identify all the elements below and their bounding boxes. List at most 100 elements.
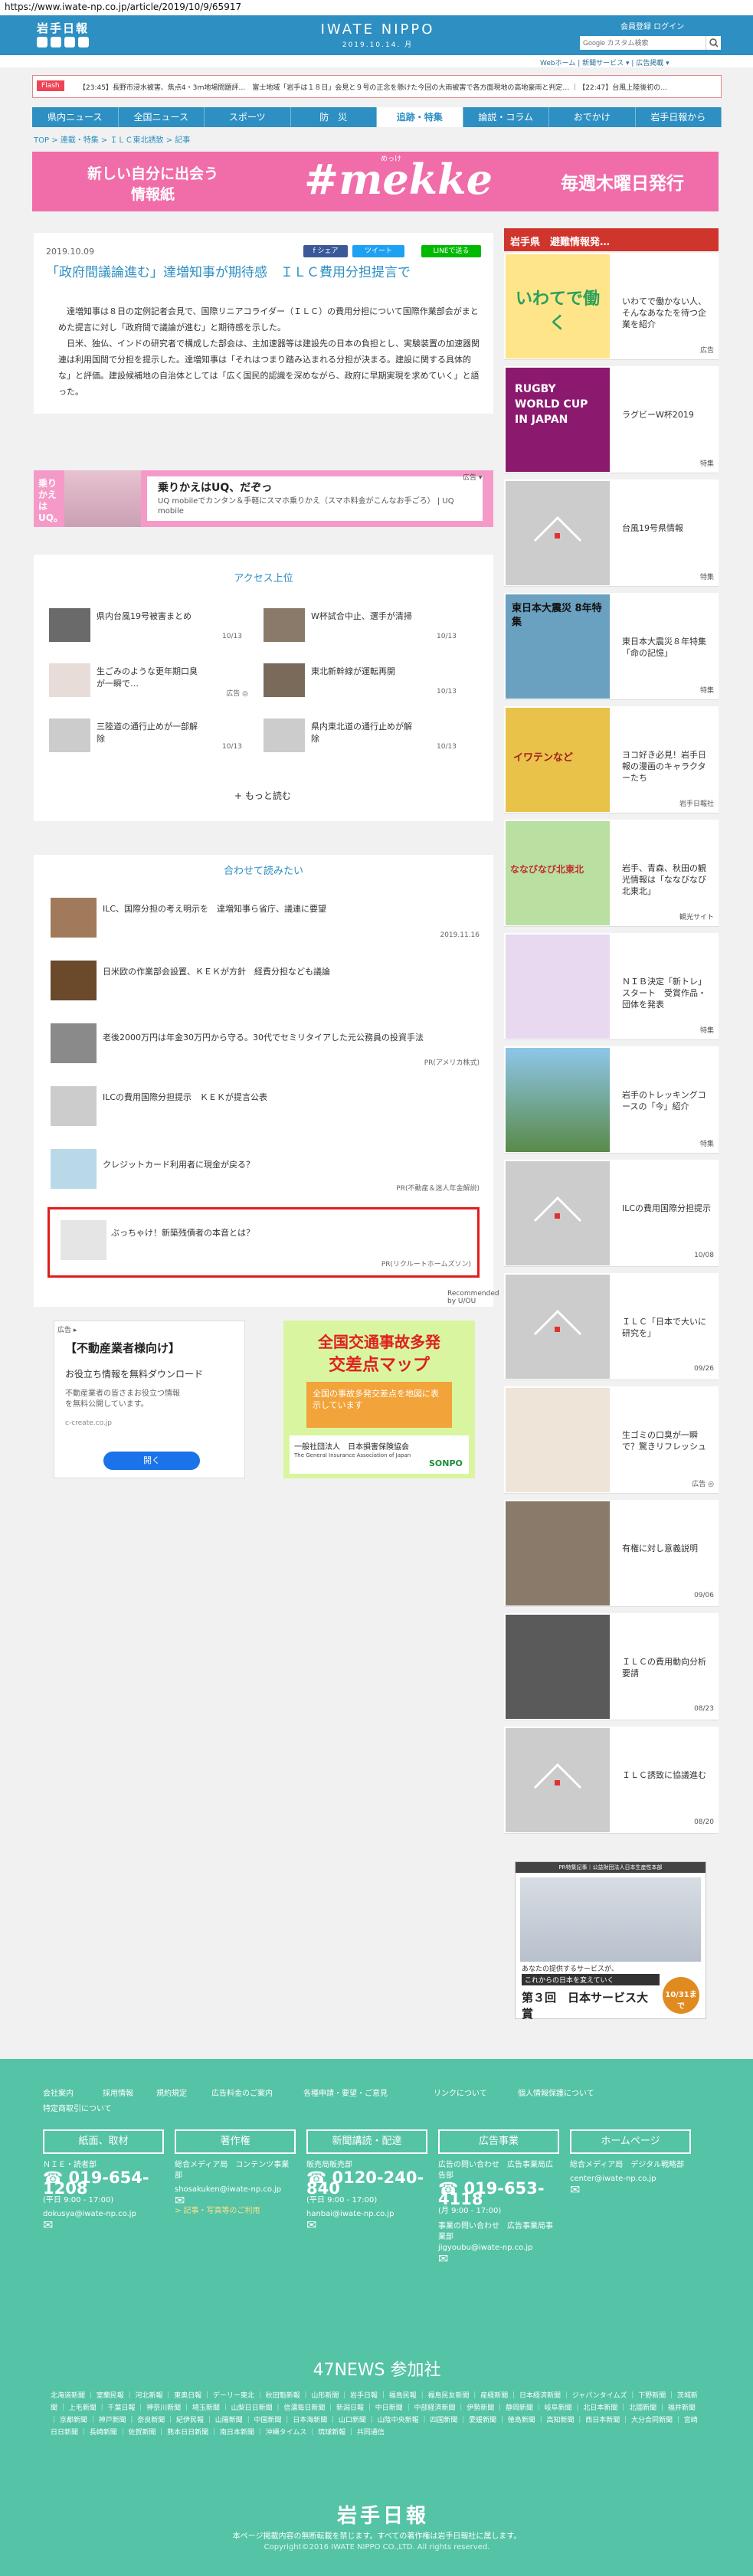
footer-mail[interactable]: center@iwate-np.co.jp <box>570 2174 691 2185</box>
mekke-banner[interactable]: 新しい自分に出会う 情報紙 めっけ #mekke 毎週木曜日発行 <box>32 152 719 211</box>
line-share-button[interactable]: LINEで送る <box>421 245 481 257</box>
sidebar-item[interactable]: 生ゴミの口臭が一瞬で？驚きリフレッシュ 広告 ◎ <box>504 1386 719 1494</box>
ranking-item[interactable]: 東北新幹線が運転再開 10/13 <box>264 663 457 697</box>
mail-icon[interactable]: ✉ <box>438 2253 559 2265</box>
uq-ad[interactable]: 乗りかえは UQ。 乗りかえはUQ、だぞっ UQ mobileでカンタン＆手軽に… <box>34 470 493 527</box>
sidebar-item[interactable]: 有権に対し意義説明 09/06 <box>504 1500 719 1607</box>
service-award-ad[interactable]: PR特集記事｜公益財団法人日本生産性本部 あなたの提供するサービスが、 これから… <box>515 1861 706 2021</box>
breadcrumb[interactable]: TOP > 連載・特集 > ＩＬＣ東北誘致 > 記事 <box>34 133 190 145</box>
sidebar-item[interactable]: ＩＬＣ誘致に協議進む 08/20 <box>504 1727 719 1834</box>
sidebar-item-meta: 08/23 <box>694 1705 714 1713</box>
sidebar-item-title: 岩手のトレッキングコースの「今」紹介 <box>622 1090 706 1111</box>
footer-mail[interactable]: hanbai@iwate-np.co.jp <box>306 2209 427 2220</box>
sidebar-item[interactable]: 台風19号県情報 特集 <box>504 480 719 587</box>
subnav-links[interactable]: Webホーム | 新聞サービス ▾ | 広告掲載 ▾ <box>540 57 670 67</box>
ad2-sub: お役立ち情報を無料ダウンロード <box>65 1369 204 1380</box>
brand-title: IWATE NIPPO 2019.10.14. 月 <box>301 21 454 49</box>
mail-icon[interactable]: ✉ <box>175 2195 296 2207</box>
nav-prefecture[interactable]: 県内ニュース <box>32 107 119 127</box>
footer-link[interactable]: 広告料金のご案内 <box>211 2087 273 2098</box>
facebook-share-button[interactable]: f シェア <box>303 245 348 257</box>
login-links[interactable]: 会員登録 ログイン <box>620 20 684 31</box>
footer-link[interactable]: 会社案内 <box>43 2087 74 2098</box>
nav-editorial[interactable]: 論説・コラム <box>463 107 549 127</box>
ranking-item-title: 県内台風19号被害まとめ <box>97 611 192 621</box>
recommended-by[interactable]: Recommended by U/OU <box>447 1290 499 1305</box>
sidebar-item-title: 生ゴミの口臭が一瞬で？驚きリフレッシュ <box>622 1430 706 1452</box>
twitter-icon[interactable] <box>37 37 47 47</box>
footer-link[interactable]: 特定商取引について <box>43 2102 112 2113</box>
footer-link[interactable]: 各種申請・要望・ご意見 <box>303 2087 388 2098</box>
nav-outing[interactable]: おでかけ <box>549 107 636 127</box>
sidebar-item-meta: 広告 ◎ <box>692 1481 714 1488</box>
flash-news[interactable]: Flash 【23:45】長野市浸水被害、焦点4・3ｍ地場問題評… 富士地域「岩… <box>32 75 722 98</box>
mail-icon[interactable]: ✉ <box>306 2219 427 2231</box>
sidebar-item[interactable]: ななびなび北東北 岩手、青森、秋田の観光情報は「ななびなび北東北」 観光サイト <box>504 820 719 927</box>
sidebar-item[interactable]: ILCの費用国際分担提示 10/08 <box>504 1160 719 1267</box>
footer-col: 販売局販売部 ☎ 0120-240-840 (平日 9:00 - 17:00) … <box>306 2160 427 2231</box>
site-logo[interactable]: 岩手日報 <box>37 20 89 36</box>
ranking-item[interactable]: 生ごみのような更年期口臭が一瞬で… 広告 ◎ <box>49 663 248 698</box>
tweet-button[interactable]: ツイート <box>352 245 404 257</box>
ad-tag[interactable]: 広告 ▾ <box>463 472 482 482</box>
open-button[interactable]: 開く <box>103 1452 200 1470</box>
sidebar-item[interactable]: ＮＩＢ決定「新トレ」スタート 受賞作品・団体を発表 特集 <box>504 933 719 1040</box>
realestate-ad[interactable]: 広告 ▸ 【不動産業者様向け】 お役立ち情報を無料ダウンロード 不動産業者の皆さ… <box>54 1321 245 1478</box>
ranking-item[interactable]: 三陸道の通行止めが一部解除 10/13 <box>49 718 242 752</box>
ranking-item[interactable]: 県内台風19号被害まとめ 10/13 <box>49 608 242 642</box>
sidebar-item[interactable]: ＩＬＣの費用動向分析要請 08/23 <box>504 1613 719 1720</box>
facebook-icon[interactable] <box>51 37 61 47</box>
mail-icon[interactable]: ✉ <box>570 2184 691 2196</box>
ad3-note: 全国の事故多発交差点を地図に表示しています <box>306 1382 452 1428</box>
footer-extra-link[interactable]: > 記事・写真等のご利用 <box>175 2206 296 2217</box>
ranking-item[interactable]: 県内東北道の通行止めが解除 10/13 <box>264 718 457 752</box>
related-item[interactable]: クレジットカード利用者に現金が戻る？ PR(不動産＆迷人年金解説) <box>51 1149 480 1193</box>
award-ad-date: 10/31まで <box>663 1977 699 2014</box>
phone-number[interactable]: ☎ 019-653-4118 <box>438 2181 559 2208</box>
nav-sports[interactable]: スポーツ <box>205 107 291 127</box>
sidebar-item[interactable]: 岩手のトレッキングコースの「今」紹介 特集 <box>504 1046 719 1154</box>
sidebar-item-meta: 09/06 <box>694 1592 714 1599</box>
footer-hours: (月 9:00 - 17:00) <box>438 2207 502 2215</box>
footer-link[interactable]: 個人情報保護について <box>518 2087 594 2098</box>
footer-link[interactable]: 採用情報 <box>103 2087 133 2098</box>
phone-number[interactable]: ☎ 0120-240-840 <box>306 2170 427 2197</box>
nav-national[interactable]: 全国ニュース <box>119 107 205 127</box>
search-icon[interactable] <box>706 36 721 50</box>
sidebar-item-image: 東日本大震災 8年特集 <box>506 594 610 699</box>
related-item[interactable]: 日米欧の作業部会設置、ＫＥＫが方針 経費分担なども議論 <box>51 961 330 1000</box>
sidebar-item[interactable]: イワテンなど ヨコ好き必見！岩手日報の漫画のキャラクターたち 岩手日報社 <box>504 706 719 813</box>
flash-text[interactable]: 【23:45】長野市浸水被害、焦点4・3ｍ地場問題評… 富士地域「岩手は１８日」… <box>79 82 715 92</box>
footer-notice: 本ページ掲載内容の無断転載を禁じます。すべての著作権は岩手日報社に属します。 <box>232 2532 522 2541</box>
related-item[interactable]: ILCの費用国際分担提示 ＫＥＫが提言公表 <box>51 1086 267 1126</box>
news47-title: 47NEWS 参加社 <box>313 2361 441 2380</box>
related-item[interactable]: ILC、国際分担の考え明示を 達増知事ら省庁、議連に要望 2019.11.16 <box>51 898 480 939</box>
ranking-item[interactable]: W杯試合中止、選手が清掃 10/13 <box>264 608 457 642</box>
sidebar-item-meta: 観光サイト <box>679 914 714 921</box>
sidebar-item[interactable]: ＩＬＣ「日本で大いに研究を」 09/26 <box>504 1273 719 1380</box>
sidebar-header[interactable]: 岩手県 避難情報発… <box>504 228 719 251</box>
footer-mail[interactable]: jigyoubu@iwate-np.co.jp <box>438 2243 559 2254</box>
access-ranking: アクセス上位 県内台風19号被害まとめ 10/13 W杯試合中止、選手が清掃 1… <box>34 555 493 821</box>
nav-disaster[interactable]: 防 災 <box>291 107 377 127</box>
footer-link[interactable]: 規約規定 <box>156 2087 187 2098</box>
nav-from-nippo[interactable]: 岩手日報から <box>636 107 722 127</box>
highlighted-related-item[interactable]: ぶっちゃけ！新築残債者の本音とは？ PR(リクルートホームズソン) <box>47 1207 480 1278</box>
sidebar-item-title: ラグビーW杯2019 <box>622 410 694 420</box>
mail-icon[interactable]: ✉ <box>43 2219 164 2231</box>
more-button[interactable]: + もっと読む <box>234 789 291 802</box>
search-input[interactable] <box>580 36 706 50</box>
sidebar-item[interactable]: RUGBY WORLD CUP IN JAPAN ラグビーW杯2019 特集 <box>504 366 719 473</box>
related-item[interactable]: 老後2000万円は年金30万円から守る。30代でセミリタイアした元公務員の投資手… <box>51 1023 480 1067</box>
traffic-map-ad[interactable]: 全国交通事故多発 交差点マップ 全国の事故多発交差点を地図に表示しています 一般… <box>283 1321 475 1478</box>
phone-number[interactable]: ☎ 019-654-1208 <box>43 2170 164 2197</box>
sidebar-item[interactable]: 東日本大震災 8年特集 東日本大震災８年特集「命の記憶」 特集 <box>504 593 719 700</box>
footer-link[interactable]: リンクについて <box>434 2087 487 2098</box>
footer-mail[interactable]: dokusya@iwate-np.co.jp <box>43 2209 164 2220</box>
youtube-icon[interactable] <box>64 37 75 47</box>
nav-feature[interactable]: 追跡・特集 <box>377 107 463 127</box>
instagram-icon[interactable] <box>78 37 89 47</box>
sidebar-item[interactable]: いわてで働く いわてで働かない人、そんなあなたを待つ企業を紹介 広告 <box>504 253 719 360</box>
footer-mail[interactable]: shosakuken@iwate-np.co.jp <box>175 2185 296 2195</box>
news47-list[interactable]: 北海道新聞 ｜ 室蘭民報 ｜ 河北新報 ｜ 東奥日報 ｜ デーリー東北 ｜ 秋田… <box>51 2390 702 2439</box>
